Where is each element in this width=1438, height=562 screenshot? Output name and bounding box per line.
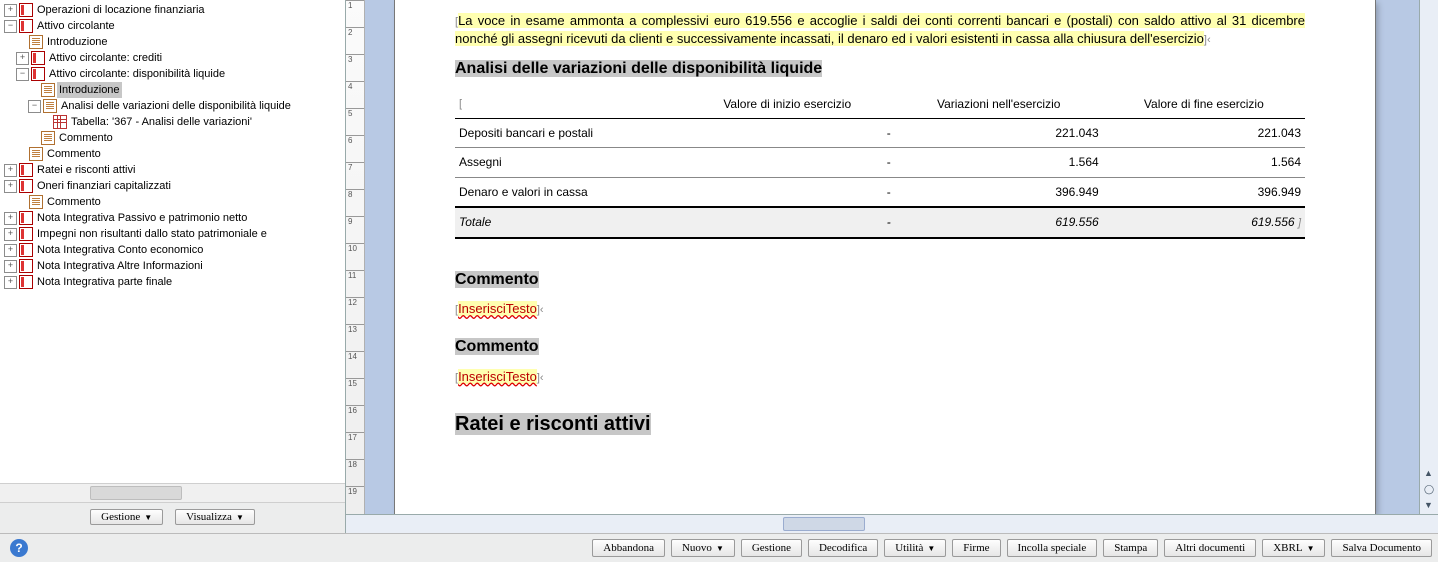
tree-node[interactable]: Commento	[16, 194, 345, 210]
expand-icon[interactable]: +	[4, 212, 17, 225]
table-icon	[53, 115, 67, 129]
expand-icon[interactable]: +	[4, 228, 17, 241]
tree-node[interactable]: +Attivo circolante: crediti	[16, 50, 345, 66]
book-icon	[19, 227, 33, 241]
expand-icon[interactable]: +	[4, 260, 17, 273]
chevron-down-icon: ▼	[144, 513, 152, 522]
expand-icon[interactable]: +	[4, 4, 17, 17]
document-tree[interactable]: +Operazioni di locazione finanziaria −At…	[0, 0, 345, 483]
scroll-target-icon[interactable]: ◯	[1424, 484, 1434, 494]
vertical-ruler: 12345678910111213141516171819	[346, 0, 365, 514]
book-icon	[19, 259, 33, 273]
chevron-down-icon: ▼	[927, 544, 935, 553]
tree-node[interactable]: Commento	[28, 130, 345, 146]
document-page[interactable]: [La voce in esame ammonta a complessivi …	[395, 0, 1375, 514]
help-icon[interactable]: ?	[10, 539, 28, 557]
paragraph-intro[interactable]: La voce in esame ammonta a complessivi e…	[455, 13, 1305, 46]
expand-icon[interactable]: +	[4, 164, 17, 177]
tree-node-selected[interactable]: Introduzione	[28, 82, 345, 98]
book-icon	[31, 67, 45, 81]
book-icon	[19, 275, 33, 289]
placeholder-text[interactable]: InserisciTesto	[458, 301, 537, 316]
tree-node[interactable]: +Nota Integrativa parte finale	[4, 274, 345, 290]
book-icon	[19, 19, 33, 33]
altri-documenti-button[interactable]: Altri documenti	[1164, 539, 1256, 557]
book-icon	[19, 179, 33, 193]
stampa-button[interactable]: Stampa	[1103, 539, 1158, 557]
navigator-panel: +Operazioni di locazione finanziaria −At…	[0, 0, 346, 533]
book-icon	[19, 243, 33, 257]
data-table: [ Valore di inizio esercizio Variazioni …	[455, 89, 1305, 238]
gestione-button-bottom[interactable]: Gestione	[741, 539, 802, 557]
salva-documento-button[interactable]: Salva Documento	[1331, 539, 1432, 557]
xbrl-button[interactable]: XBRL▼	[1262, 539, 1325, 557]
tree-node[interactable]: +Oneri finanziari capitalizzati	[4, 178, 345, 194]
collapse-icon[interactable]: −	[16, 68, 29, 81]
decodifica-button[interactable]: Decodifica	[808, 539, 878, 557]
page-icon	[41, 83, 55, 97]
document-hscrollbar[interactable]	[346, 514, 1438, 533]
table-row: Denaro e valori in cassa-396.949396.949	[455, 177, 1305, 207]
tree-hscrollbar[interactable]	[0, 483, 345, 502]
bottom-toolbar: ? Abbandona Nuovo▼ Gestione Decodifica U…	[0, 533, 1438, 562]
book-icon	[19, 211, 33, 225]
expand-icon[interactable]: +	[4, 180, 17, 193]
gestione-button[interactable]: Gestione▼	[90, 509, 163, 525]
tree-node[interactable]: Commento	[16, 146, 345, 162]
page-icon	[29, 147, 43, 161]
page-icon	[29, 35, 43, 49]
chevron-down-icon: ▼	[236, 513, 244, 522]
heading-analisi: Analisi delle variazioni delle disponibi…	[455, 60, 822, 77]
book-icon	[19, 163, 33, 177]
tree-node[interactable]: −Analisi delle variazioni delle disponib…	[28, 98, 345, 114]
page-icon	[43, 99, 57, 113]
expand-icon[interactable]: +	[4, 244, 17, 257]
table-col-header: Valore di fine esercizio	[1103, 89, 1305, 118]
visualizza-button[interactable]: Visualizza▼	[175, 509, 255, 525]
scroll-up-icon[interactable]: ▲	[1424, 468, 1434, 478]
tree-node[interactable]: Introduzione	[16, 34, 345, 50]
abbandona-button[interactable]: Abbandona	[592, 539, 665, 557]
document-viewport[interactable]: [La voce in esame ammonta a complessivi …	[365, 0, 1419, 514]
utilita-button[interactable]: Utilità▼	[884, 539, 946, 557]
expand-icon[interactable]: +	[16, 52, 29, 65]
page-icon	[41, 131, 55, 145]
book-icon	[31, 51, 45, 65]
scroll-down-icon[interactable]: ▼	[1424, 500, 1434, 510]
page-icon	[29, 195, 43, 209]
chevron-down-icon: ▼	[716, 544, 724, 553]
tree-node[interactable]: +Nota Integrativa Altre Informazioni	[4, 258, 345, 274]
nuovo-button[interactable]: Nuovo▼	[671, 539, 735, 557]
editor-panel: 12345678910111213141516171819 [La voce i…	[346, 0, 1438, 533]
collapse-icon[interactable]: −	[28, 100, 41, 113]
chevron-down-icon: ▼	[1307, 544, 1315, 553]
collapse-icon[interactable]: −	[4, 20, 17, 33]
table-col-header: Variazioni nell'esercizio	[895, 89, 1103, 118]
tree-node[interactable]: −Attivo circolante	[4, 18, 345, 34]
book-icon	[19, 3, 33, 17]
table-row: Assegni-1.5641.564	[455, 148, 1305, 177]
table-row: Depositi bancari e postali-221.043221.04…	[455, 119, 1305, 148]
tree-node[interactable]: −Attivo circolante: disponibilità liquid…	[16, 66, 345, 82]
tree-node[interactable]: +Impegni non risultanti dallo stato patr…	[4, 226, 345, 242]
heading-commento: Commento	[455, 271, 539, 288]
placeholder-text[interactable]: InserisciTesto	[458, 369, 537, 384]
expand-icon[interactable]: +	[4, 276, 17, 289]
tree-node[interactable]: +Nota Integrativa Conto economico	[4, 242, 345, 258]
incolla-speciale-button[interactable]: Incolla speciale	[1007, 539, 1098, 557]
heading-commento: Commento	[455, 338, 539, 355]
firme-button[interactable]: Firme	[952, 539, 1000, 557]
tree-node[interactable]: +Nota Integrativa Passivo e patrimonio n…	[4, 210, 345, 226]
table-col-header: Valore di inizio esercizio	[680, 89, 895, 118]
tree-node[interactable]: +Operazioni di locazione finanziaria	[4, 2, 345, 18]
table-row-total: Totale-619.556619.556 ]	[455, 207, 1305, 238]
heading-ratei: Ratei e risconti attivi	[455, 413, 651, 435]
tree-node[interactable]: Tabella: '367 - Analisi delle variazioni…	[40, 114, 345, 130]
vertical-scrollbar[interactable]: ▲ ◯ ▼	[1419, 0, 1438, 514]
tree-node[interactable]: +Ratei e risconti attivi	[4, 162, 345, 178]
